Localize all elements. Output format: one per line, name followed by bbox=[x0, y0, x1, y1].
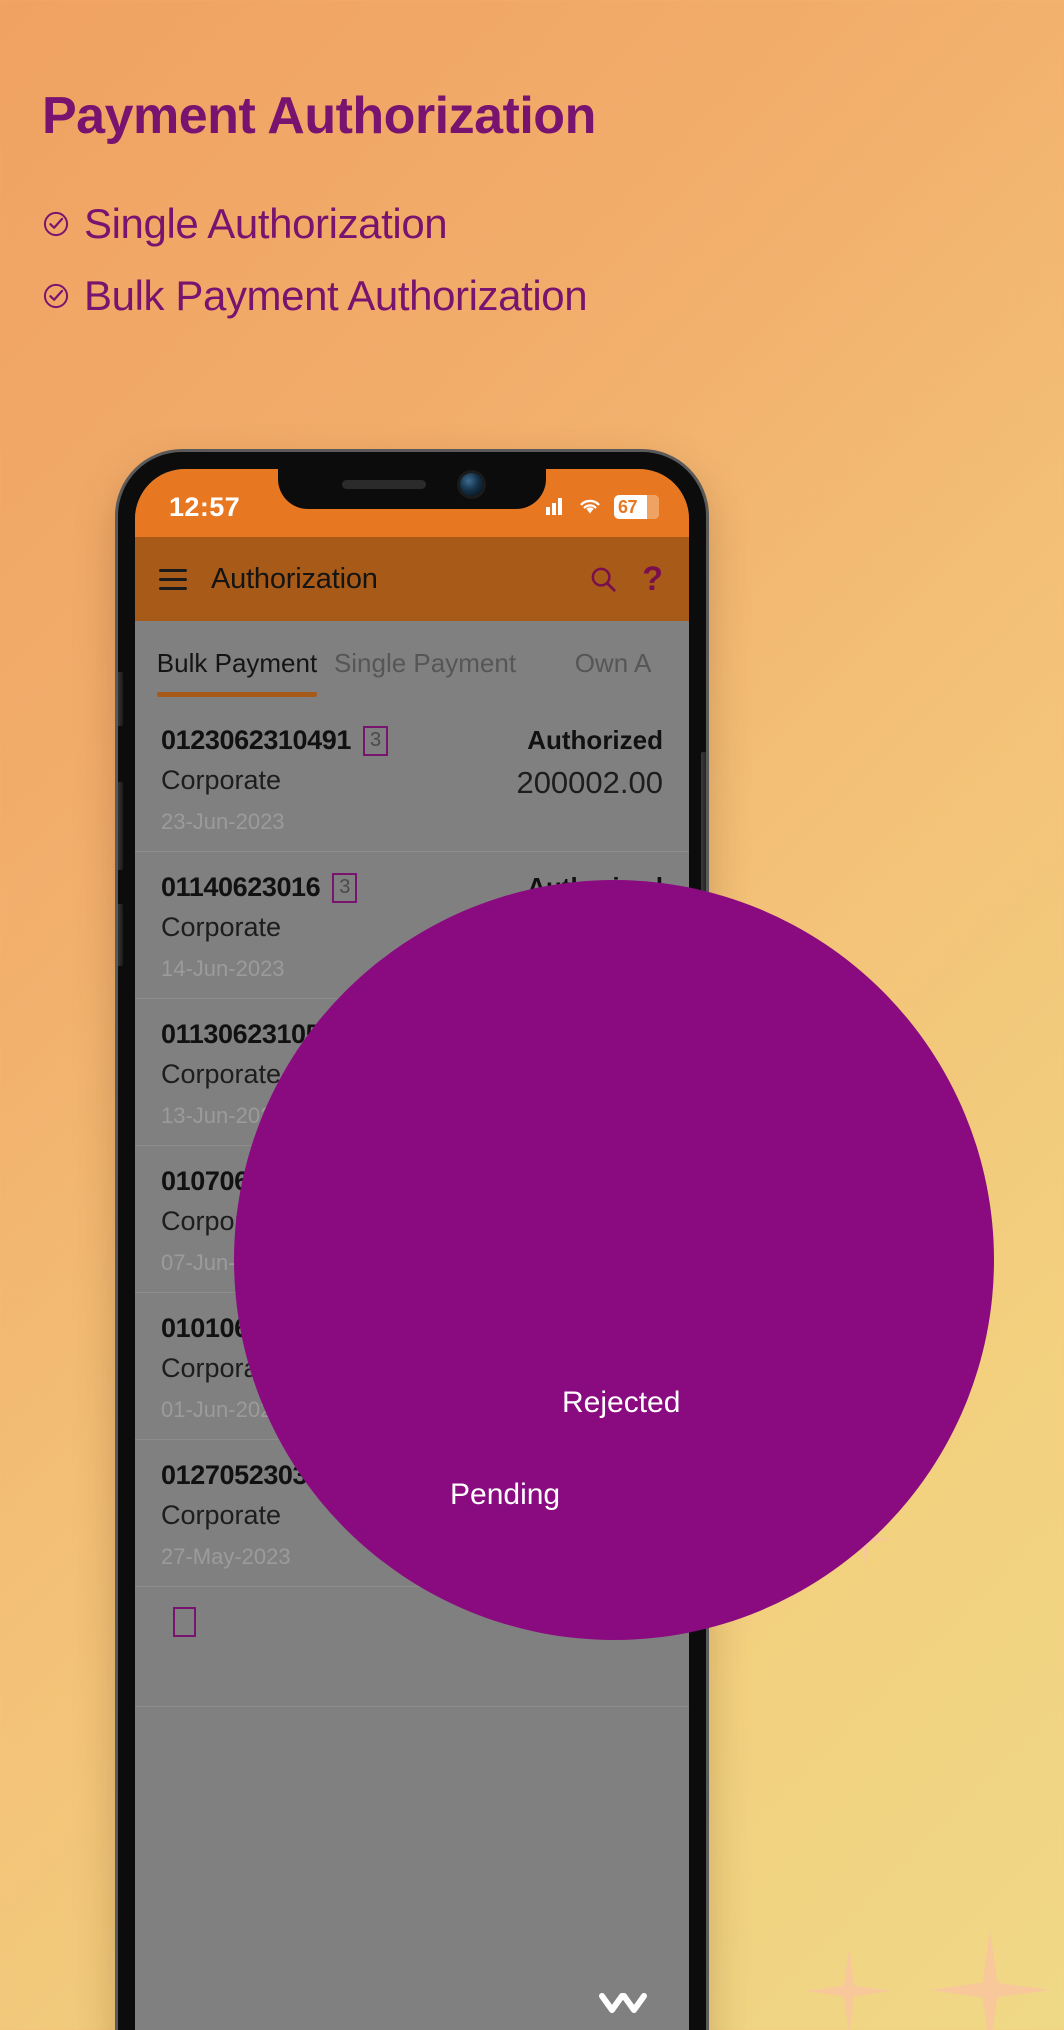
status-bar: 12:57 67 bbox=[135, 469, 689, 537]
volume-up-button[interactable] bbox=[118, 672, 123, 726]
filter-option-pending[interactable]: Pending bbox=[450, 1478, 560, 1512]
feature-list: Single Authorization Bulk Payment Author… bbox=[42, 200, 588, 344]
filter-option-rejected[interactable]: Rejected bbox=[562, 1386, 680, 1420]
mute-switch[interactable] bbox=[118, 904, 123, 966]
volume-down-button[interactable] bbox=[118, 782, 123, 870]
table-row[interactable]: 0123062310491 3 Corporate 23-Jun-2023 Au… bbox=[135, 705, 689, 852]
row-date: 23-Jun-2023 bbox=[161, 809, 285, 834]
tab-single-payment[interactable]: Single Payment bbox=[331, 621, 519, 705]
phone-notch bbox=[278, 469, 546, 509]
app-bar-title: Authorization bbox=[211, 562, 378, 595]
wifi-icon bbox=[577, 495, 603, 520]
status-bar-time: 12:57 bbox=[169, 491, 241, 522]
tab-label: Bulk Payment bbox=[156, 647, 318, 678]
hamburger-menu-icon[interactable] bbox=[159, 568, 187, 590]
check-circle-icon bbox=[42, 210, 70, 238]
list-item-label: Single Authorization bbox=[84, 200, 448, 247]
row-date: 27-May-2023 bbox=[161, 1544, 291, 1569]
sparkle-decoration-right-lower bbox=[806, 1948, 892, 2030]
tab-bulk-payment[interactable]: Bulk Payment bbox=[143, 621, 331, 705]
app-bar: Authorization ? bbox=[135, 537, 689, 621]
earpiece-speaker bbox=[341, 479, 426, 489]
tab-own-account[interactable]: Own A bbox=[519, 621, 689, 705]
row-status: Authorized bbox=[527, 725, 663, 755]
tab-label: Own A bbox=[574, 647, 652, 678]
row-reference-id: 0123062310491 bbox=[161, 725, 352, 755]
tab-bar: Bulk Payment Single Payment Own A bbox=[135, 621, 689, 705]
help-question-icon[interactable]: ? bbox=[642, 562, 663, 596]
search-icon[interactable] bbox=[588, 564, 618, 594]
status-badge: 3 bbox=[332, 872, 358, 903]
check-circle-icon bbox=[42, 282, 70, 310]
status-badge: 3 bbox=[363, 725, 389, 756]
row-account-type: Corporate bbox=[161, 765, 282, 795]
list-item: Bulk Payment Authorization bbox=[42, 272, 588, 320]
list-item: Single Authorization bbox=[42, 200, 587, 248]
front-camera-icon bbox=[459, 472, 483, 496]
status-bar-indicators: 67 bbox=[544, 487, 659, 520]
row-account-type: Corporate bbox=[161, 912, 282, 942]
battery-level: 67 bbox=[618, 496, 638, 517]
signal-bars-icon bbox=[544, 495, 566, 520]
battery-indicator: 67 bbox=[614, 495, 659, 519]
page-title: Payment Authorization bbox=[42, 87, 596, 145]
row-amount: 200002.00 bbox=[516, 765, 663, 800]
row-date: 14-Jun-2023 bbox=[161, 956, 285, 981]
filter-overlay-circle bbox=[234, 880, 994, 1640]
status-badge bbox=[173, 1607, 196, 1637]
double-chevron-down-icon[interactable] bbox=[596, 1990, 650, 2029]
power-button[interactable] bbox=[701, 752, 706, 898]
sparkle-decoration-right bbox=[930, 1930, 1050, 2030]
row-reference-id: 01140623016 bbox=[161, 872, 321, 902]
tab-label: Single Payment bbox=[333, 647, 517, 678]
list-item-label: Bulk Payment Authorization bbox=[84, 272, 588, 319]
